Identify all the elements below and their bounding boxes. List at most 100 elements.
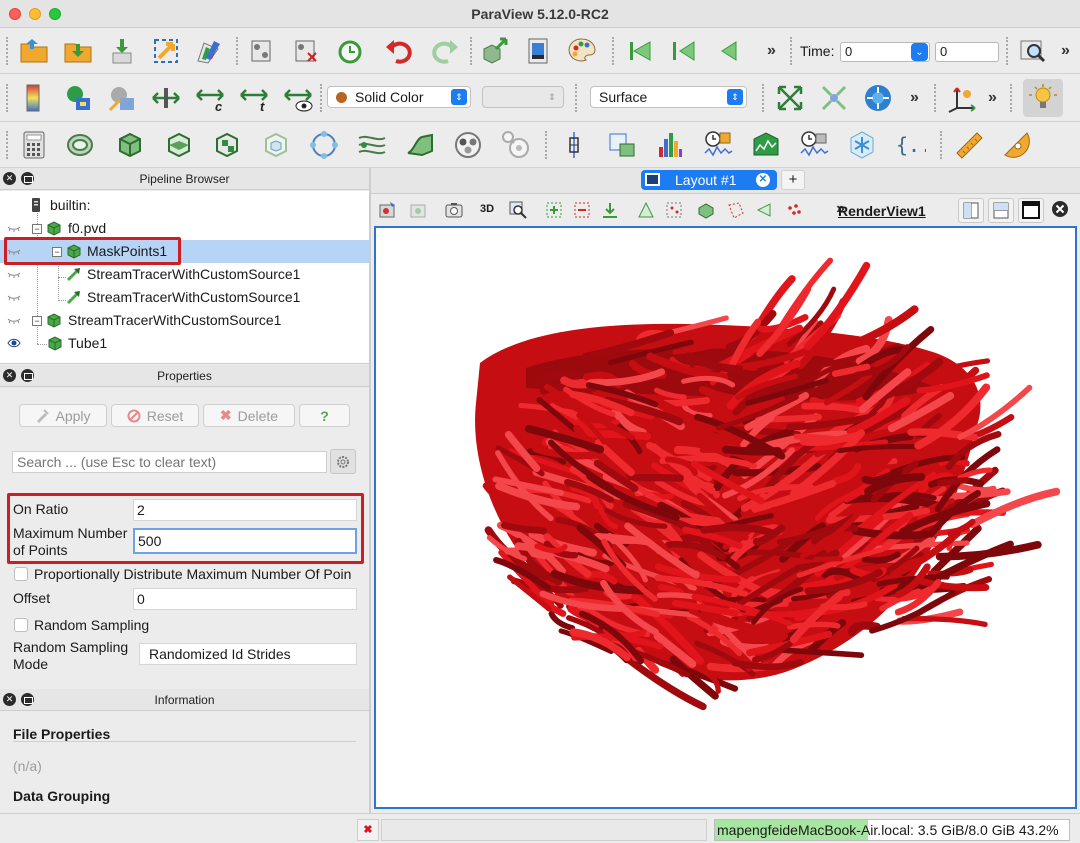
interactive-select-icon[interactable] <box>696 200 716 220</box>
capture-view-icon[interactable] <box>378 200 398 220</box>
time-index-spinbox[interactable]: 0 <box>935 42 999 62</box>
clip-icon[interactable] <box>113 128 147 162</box>
float-panel-icon[interactable] <box>21 172 34 185</box>
close-panel-icon[interactable]: ✕ <box>3 172 16 185</box>
advanced-properties-button[interactable] <box>330 449 356 474</box>
reset-session-icon[interactable] <box>333 34 367 68</box>
select-cells-through-icon[interactable] <box>636 200 656 220</box>
camera-undo-icon[interactable] <box>408 200 428 220</box>
pipeline-item-builtin[interactable]: builtin: <box>0 194 369 217</box>
apply-button[interactable]: Apply <box>19 404 107 427</box>
pipeline-item-streamtracer-c[interactable]: − StreamTracerWithCustomSource1 <box>0 309 369 332</box>
zoom-closest-icon[interactable] <box>817 81 851 115</box>
random-mode-select[interactable]: Randomized Id Strides <box>139 643 357 665</box>
open-folder-icon[interactable] <box>17 34 51 68</box>
proportional-checkbox-row[interactable]: Proportionally Distribute Maximum Number… <box>14 566 351 582</box>
axes-icon[interactable] <box>946 81 980 115</box>
save-folder-icon[interactable] <box>61 34 95 68</box>
eye-closed-icon[interactable] <box>7 245 21 257</box>
select-block-icon[interactable] <box>600 200 620 220</box>
warp-icon[interactable] <box>403 128 437 162</box>
clear-progress-icon[interactable]: ✖ <box>357 819 379 841</box>
representation-select[interactable]: Surface ⇕ <box>590 86 747 108</box>
delete-button[interactable]: ✖ Delete <box>203 404 295 427</box>
close-view-button[interactable] <box>1048 198 1074 223</box>
more-toolbar-2b-icon[interactable]: » <box>988 89 997 107</box>
pipeline-item-maskpoints1[interactable]: − MaskPoints1 <box>0 240 369 263</box>
streamline-tubes-visualization[interactable] <box>376 228 1075 807</box>
random-sampling-checkbox[interactable] <box>14 618 28 632</box>
select-points-through-icon[interactable] <box>664 200 684 220</box>
load-state-icon[interactable] <box>245 34 279 68</box>
pipeline-item-tube1[interactable]: Tube1 <box>0 332 369 355</box>
extract-subset-icon[interactable] <box>259 128 293 162</box>
first-frame-icon[interactable] <box>623 34 657 68</box>
pipeline-item-streamtracer-a[interactable]: StreamTracerWithCustomSource1 <box>0 263 369 286</box>
rescale-custom-icon[interactable]: c <box>193 81 227 115</box>
coloring-select[interactable]: Solid Color ⇕ <box>327 86 471 108</box>
rescale-icon[interactable] <box>105 81 139 115</box>
clear-selection-icon[interactable] <box>784 200 804 220</box>
rescale-temporal-icon[interactable]: t <box>237 81 271 115</box>
plot-selection-icon[interactable] <box>749 128 783 162</box>
calculator-icon[interactable] <box>17 128 51 162</box>
slice-icon[interactable] <box>162 128 196 162</box>
split-vertical-button[interactable] <box>988 198 1014 223</box>
probe-location-icon[interactable] <box>605 128 639 162</box>
color-legend-icon[interactable] <box>17 81 51 115</box>
grow-selection-icon[interactable] <box>754 200 774 220</box>
plot-over-line-icon[interactable] <box>557 128 591 162</box>
screenshot-icon[interactable] <box>521 34 555 68</box>
on-ratio-input[interactable]: 2 <box>133 499 357 521</box>
extract-level-icon[interactable] <box>499 128 533 162</box>
toggle-3d-button[interactable]: 3D <box>480 203 500 223</box>
redo-icon[interactable] <box>427 34 461 68</box>
reset-camera-icon[interactable] <box>773 81 807 115</box>
rescale-visible-icon[interactable] <box>281 81 315 115</box>
proportional-checkbox[interactable] <box>14 567 28 581</box>
float-panel-icon[interactable] <box>21 369 34 382</box>
undo-icon[interactable] <box>383 34 417 68</box>
save-data-icon[interactable] <box>105 34 139 68</box>
color-palette-icon[interactable] <box>565 34 599 68</box>
interaction-mode-icon[interactable] <box>861 81 895 115</box>
split-horizontal-button[interactable] <box>958 198 984 223</box>
select-cells-on-icon[interactable] <box>544 200 564 220</box>
float-panel-icon[interactable] <box>21 693 34 706</box>
save-state-icon[interactable] <box>289 34 323 68</box>
component-select[interactable]: ⇕ <box>482 86 564 108</box>
zoom-to-box-icon[interactable] <box>508 200 528 220</box>
close-tab-icon[interactable]: ✕ <box>756 173 770 187</box>
more-toolbar-1-icon[interactable]: » <box>767 42 776 60</box>
collapse-icon[interactable]: − <box>32 316 42 326</box>
select-points-on-icon[interactable] <box>572 200 592 220</box>
stream-tracer-icon[interactable] <box>355 128 389 162</box>
render-view[interactable] <box>374 226 1077 809</box>
contour-icon[interactable] <box>63 128 97 162</box>
plot-data-over-time-icon[interactable] <box>701 128 735 162</box>
protractor-icon[interactable] <box>1000 128 1034 162</box>
ruler-icon[interactable] <box>952 128 986 162</box>
pipeline-item-f0[interactable]: − f0.pvd <box>0 217 369 240</box>
offset-input[interactable]: 0 <box>133 588 357 610</box>
plot-global-variables-icon[interactable] <box>797 128 831 162</box>
random-sampling-row[interactable]: Random Sampling <box>14 617 149 633</box>
palette-pencil-icon[interactable] <box>193 34 227 68</box>
help-button[interactable]: ? <box>299 404 350 427</box>
play-backward-icon[interactable] <box>711 34 745 68</box>
time-dropdown-icon[interactable]: ⌄ <box>911 43 928 61</box>
collapse-icon[interactable]: − <box>52 247 62 257</box>
eye-open-icon[interactable] <box>7 337 21 349</box>
memory-indicator[interactable]: mapengfeideMacBook-Air.local: 3.5 GiB/8.… <box>714 819 1070 841</box>
eye-closed-icon[interactable] <box>7 314 21 326</box>
extract-selection-icon[interactable] <box>845 128 879 162</box>
screenshot-camera-icon[interactable] <box>444 200 464 220</box>
pipeline-item-streamtracer-b[interactable]: StreamTracerWithCustomSource1 <box>0 286 369 309</box>
rescale-range-icon[interactable] <box>149 81 183 115</box>
max-points-input[interactable]: 500 <box>133 528 357 554</box>
maximize-view-button[interactable] <box>1018 198 1044 223</box>
collapse-icon[interactable]: − <box>32 224 42 234</box>
group-datasets-icon[interactable] <box>451 128 485 162</box>
camera-link-icon[interactable] <box>477 34 511 68</box>
previous-frame-icon[interactable] <box>667 34 701 68</box>
